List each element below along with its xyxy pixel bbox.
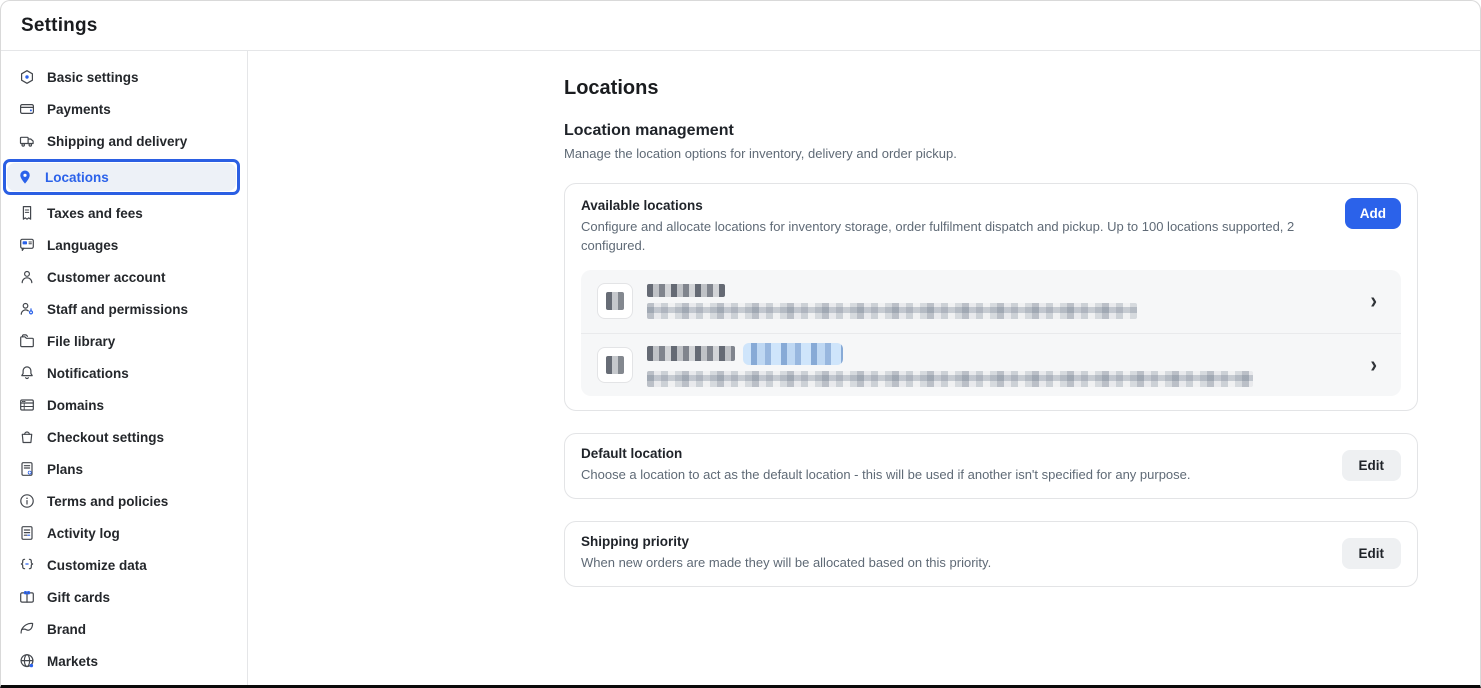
sidebar-item-markets[interactable]: Markets — [9, 647, 239, 675]
location-row[interactable]: › — [581, 333, 1401, 396]
sidebar-item-label: File library — [47, 334, 115, 349]
sidebar-item-locations[interactable]: Locations — [7, 163, 236, 191]
default-badge-redacted — [743, 343, 843, 365]
sidebar-item-label: Domains — [47, 398, 104, 413]
sidebar-item-brand[interactable]: Brand — [9, 615, 239, 643]
location-management-description: Manage the location options for inventor… — [564, 146, 1420, 161]
languages-icon — [19, 237, 35, 253]
sidebar-item-label: Payments — [47, 102, 111, 117]
file-library-icon — [19, 333, 35, 349]
settings-window: Settings Basic settings Payments Shippin… — [0, 0, 1481, 688]
sidebar-item-languages[interactable]: Languages — [9, 231, 239, 259]
customize-data-icon — [19, 557, 35, 573]
page-title: Settings — [21, 15, 98, 37]
gift-cards-icon — [19, 589, 35, 605]
domains-icon — [19, 397, 35, 413]
location-management-title: Location management — [564, 122, 1420, 140]
sidebar-item-label: Locations — [45, 170, 109, 185]
checkout-settings-icon — [19, 429, 35, 445]
sidebar-item-label: Basic settings — [47, 70, 139, 85]
available-locations-title: Available locations — [581, 198, 1343, 213]
location-icon — [597, 347, 633, 383]
app-header: Settings — [1, 1, 1480, 51]
sidebar-item-label: Taxes and fees — [47, 206, 143, 221]
edit-default-location-button[interactable]: Edit — [1342, 450, 1402, 481]
sidebar-item-label: Staff and permissions — [47, 302, 188, 317]
sidebar-item-label: Checkout settings — [47, 430, 164, 445]
locations-heading: Locations — [564, 77, 1420, 100]
sidebar-item-plans[interactable]: Plans — [9, 455, 239, 483]
locations-list: › › — [581, 270, 1401, 396]
add-location-button[interactable]: Add — [1345, 198, 1401, 229]
sidebar-item-label: Notifications — [47, 366, 129, 381]
shipping-priority-description: When new orders are made they will be al… — [581, 554, 1326, 573]
taxes-fees-icon — [19, 205, 35, 221]
sidebar-item-label: Shipping and delivery — [47, 134, 187, 149]
sidebar-item-label: Brand — [47, 622, 86, 637]
payments-icon — [19, 101, 35, 117]
terms-policies-icon — [19, 493, 35, 509]
shipping-delivery-icon — [19, 133, 35, 149]
available-locations-description: Configure and allocate locations for inv… — [581, 218, 1343, 256]
chevron-right-icon: › — [1370, 290, 1377, 313]
sidebar-item-label: Activity log — [47, 526, 120, 541]
chevron-right-icon: › — [1370, 353, 1377, 376]
notifications-icon — [19, 365, 35, 381]
main-content: Locations Location management Manage the… — [248, 51, 1480, 686]
sidebar-item-notifications[interactable]: Notifications — [9, 359, 239, 387]
sidebar-item-staff-permissions[interactable]: Staff and permissions — [9, 295, 239, 323]
selected-item-highlight: Locations — [3, 159, 240, 195]
location-row[interactable]: › — [581, 270, 1401, 333]
customer-account-icon — [19, 269, 35, 285]
locations-icon — [17, 169, 33, 185]
default-location-title: Default location — [581, 446, 1326, 461]
settings-sidebar: Basic settings Payments Shipping and del… — [1, 51, 248, 686]
sidebar-item-terms-policies[interactable]: Terms and policies — [9, 487, 239, 515]
sidebar-item-activity-log[interactable]: Activity log — [9, 519, 239, 547]
shipping-priority-title: Shipping priority — [581, 534, 1326, 549]
markets-icon — [19, 653, 35, 669]
sidebar-item-label: Terms and policies — [47, 494, 168, 509]
location-name-redacted — [647, 284, 725, 297]
sidebar-item-customer-account[interactable]: Customer account — [9, 263, 239, 291]
sidebar-item-label: Customer account — [47, 270, 166, 285]
sidebar-item-basic-settings[interactable]: Basic settings — [9, 63, 239, 91]
sidebar-item-label: Languages — [47, 238, 118, 253]
sidebar-item-label: Markets — [47, 654, 98, 669]
location-address-redacted — [647, 303, 1137, 319]
sidebar-item-label: Plans — [47, 462, 83, 477]
available-locations-card: Available locations Configure and alloca… — [564, 183, 1418, 411]
location-icon — [597, 283, 633, 319]
plans-icon — [19, 461, 35, 477]
sidebar-item-label: Gift cards — [47, 590, 110, 605]
edit-shipping-priority-button[interactable]: Edit — [1342, 538, 1402, 569]
brand-icon — [19, 621, 35, 637]
sidebar-item-taxes-fees[interactable]: Taxes and fees — [9, 199, 239, 227]
location-name-redacted — [647, 346, 735, 361]
sidebar-item-domains[interactable]: Domains — [9, 391, 239, 419]
sidebar-item-payments[interactable]: Payments — [9, 95, 239, 123]
shipping-priority-card: Shipping priority When new orders are ma… — [564, 521, 1418, 587]
sidebar-item-label: Customize data — [47, 558, 147, 573]
sidebar-item-shipping-delivery[interactable]: Shipping and delivery — [9, 127, 239, 155]
default-location-description: Choose a location to act as the default … — [581, 466, 1326, 485]
basic-settings-icon — [19, 69, 35, 85]
sidebar-item-gift-cards[interactable]: Gift cards — [9, 583, 239, 611]
staff-permissions-icon — [19, 301, 35, 317]
sidebar-item-customize-data[interactable]: Customize data — [9, 551, 239, 579]
sidebar-item-file-library[interactable]: File library — [9, 327, 239, 355]
location-address-redacted — [647, 371, 1253, 387]
activity-log-icon — [19, 525, 35, 541]
sidebar-item-checkout-settings[interactable]: Checkout settings — [9, 423, 239, 451]
default-location-card: Default location Choose a location to ac… — [564, 433, 1418, 499]
